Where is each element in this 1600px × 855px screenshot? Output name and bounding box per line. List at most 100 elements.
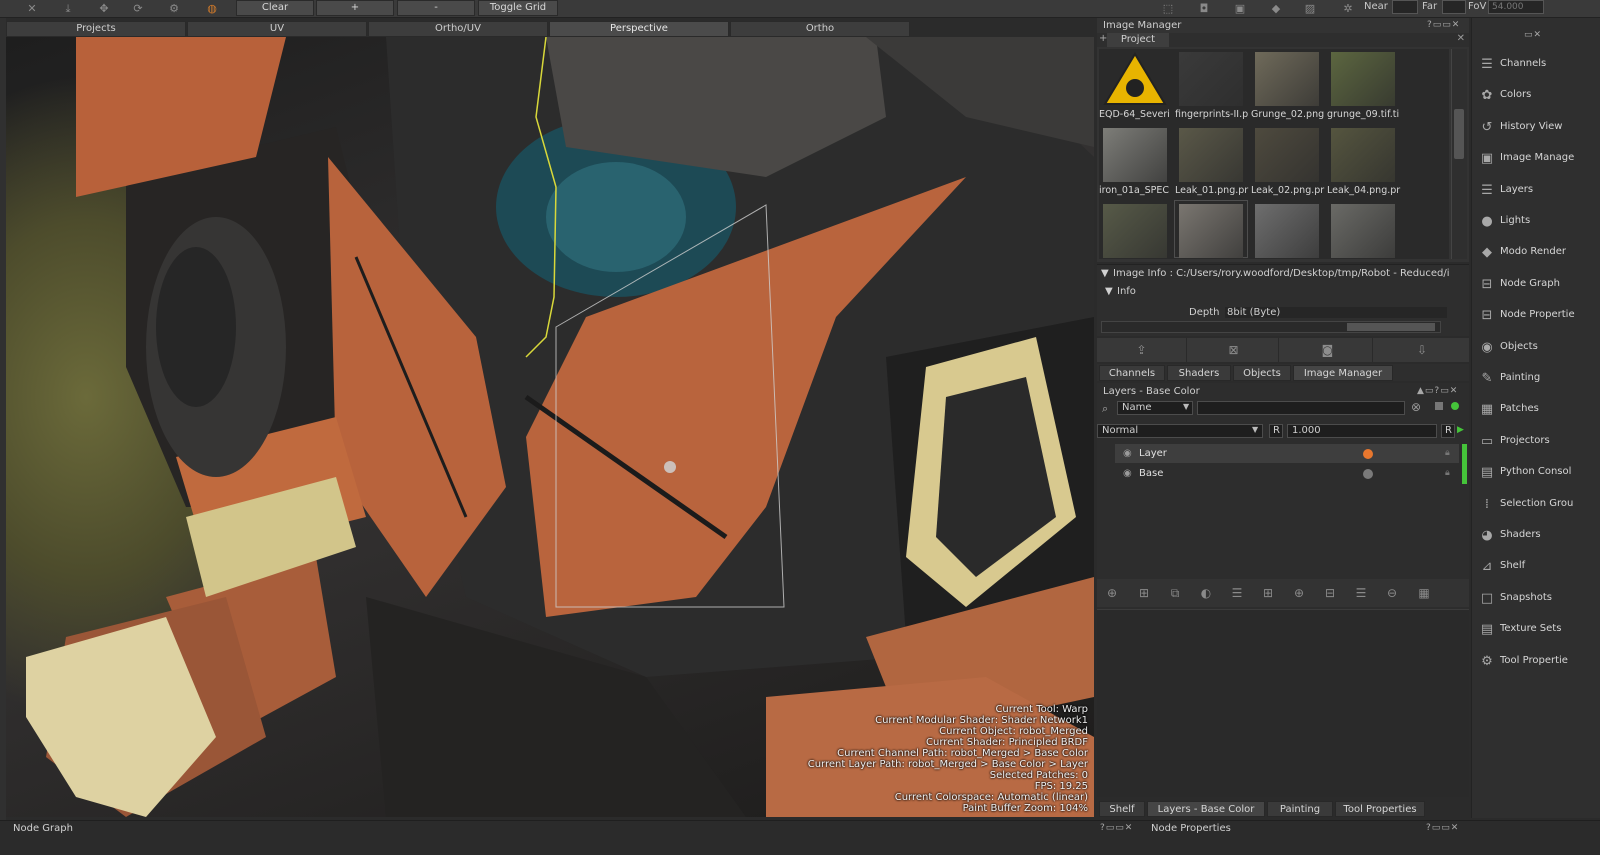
shelf-item[interactable]: ⊟ Node Graph — [1472, 270, 1600, 300]
window-buttons[interactable]: ▲▭?▭✕ — [1417, 386, 1458, 396]
camera-icon[interactable]: ◙ — [1283, 338, 1373, 362]
tile-icon[interactable]: ▨ — [1302, 1, 1318, 17]
shelf-item[interactable]: ⊟ Node Propertie — [1472, 301, 1600, 331]
thumbnail[interactable]: EQD-64_Severi — [1099, 49, 1171, 120]
thumbnail[interactable]: Grunge_02.png — [1251, 49, 1324, 120]
filter-field-select[interactable]: Name — [1117, 401, 1193, 415]
shelf-item[interactable]: ◉ Objects — [1472, 333, 1600, 363]
info-horizontal-scrollbar[interactable] — [1101, 321, 1441, 333]
near-field[interactable] — [1392, 0, 1418, 14]
rotate-icon[interactable]: ⟳ — [130, 1, 146, 17]
shelf-item[interactable]: ✎ Painting — [1472, 364, 1600, 394]
opacity-input[interactable]: 1.000 — [1287, 424, 1437, 438]
shape-icon[interactable]: ◆ — [1268, 1, 1284, 17]
window-buttons[interactable]: ?▭▭✕ — [1426, 823, 1459, 833]
shelf-item[interactable]: ⚙ Tool Propertie — [1472, 647, 1600, 677]
procedural-layer-icon[interactable]: ⊞ — [1259, 585, 1277, 601]
transform-icon[interactable]: ✥ — [96, 1, 112, 17]
toggle-grid-button[interactable]: Toggle Grid — [478, 0, 558, 16]
tab-image-manager[interactable]: Image Manager — [1293, 365, 1393, 381]
blend-mode-select[interactable]: Normal — [1097, 424, 1263, 438]
duplicate-layer-icon[interactable]: ⧉ — [1166, 585, 1184, 601]
shelf-item[interactable]: ▤ Texture Sets — [1472, 615, 1600, 645]
opacity-reset-button[interactable]: R — [1269, 424, 1283, 438]
shelf-item[interactable]: ⁞ Selection Grou — [1472, 490, 1600, 520]
clear-filter-icon[interactable]: ⊗ — [1411, 400, 1421, 414]
far-field[interactable] — [1442, 0, 1466, 14]
tab-ortho[interactable]: Ortho — [730, 21, 910, 37]
layer-row-base[interactable]: ◉ Base 🔒︎ — [1115, 464, 1459, 483]
visibility-eye-icon[interactable]: ◉ — [1123, 444, 1132, 463]
collapse-arrow-icon[interactable]: ▼ — [1101, 268, 1109, 279]
thumbnail[interactable]: Leak_01.png.pr — [1175, 125, 1248, 196]
node-graph-label[interactable]: Node Graph — [13, 823, 73, 834]
lock-icon[interactable]: 🔒︎ — [1445, 444, 1450, 463]
thumbnail[interactable] — [1327, 201, 1399, 258]
shelf-item[interactable]: ● Lights — [1472, 207, 1600, 237]
add-button[interactable]: + — [316, 0, 394, 16]
shelf-item[interactable]: ☰ Layers — [1472, 176, 1600, 206]
scrollbar-thumb[interactable] — [1347, 323, 1435, 331]
play-icon[interactable]: ▶ — [1457, 425, 1464, 435]
node-properties-label[interactable]: Node Properties — [1151, 823, 1231, 834]
opacity-lock-button[interactable]: R — [1441, 424, 1455, 438]
shelf-item[interactable]: ↺ History View — [1472, 113, 1600, 143]
tab-tool-properties[interactable]: Tool Properties — [1335, 801, 1425, 817]
shelf-item[interactable]: ▦ Patches — [1472, 395, 1600, 425]
layer-filter-input[interactable] — [1197, 401, 1405, 415]
thumbnail[interactable] — [1251, 201, 1323, 258]
shelf-item[interactable]: ✿ Colors — [1472, 81, 1600, 111]
gear-icon[interactable]: ✲ — [1340, 1, 1356, 17]
clear-button[interactable]: Clear — [236, 0, 314, 16]
cube-icon[interactable]: ⬚ — [1160, 1, 1176, 17]
download-icon[interactable]: ⤓ — [60, 1, 76, 17]
thumbnail-scrollbar[interactable] — [1451, 49, 1467, 259]
shelf-item[interactable]: ◕ Shaders — [1472, 521, 1600, 551]
remove-button[interactable]: - — [397, 0, 475, 16]
shelf-item[interactable]: ◆ Modo Render — [1472, 238, 1600, 268]
delete-image-icon[interactable]: ⊠ — [1189, 338, 1279, 362]
window-buttons[interactable]: ?▭▭✕ — [1427, 20, 1460, 30]
flatten-icon[interactable]: ⊟ — [1321, 585, 1339, 601]
export-image-icon[interactable]: ⇩ — [1377, 338, 1467, 362]
grid-view-icon[interactable]: ▦ — [1415, 585, 1433, 601]
add-layer-icon[interactable]: ⊕ — [1103, 585, 1121, 601]
layer-row-layer[interactable]: ◉ Layer 🔒︎ — [1115, 444, 1459, 463]
tab-layers-base-color[interactable]: Layers - Base Color — [1147, 801, 1265, 817]
import-image-icon[interactable]: ⇪ — [1097, 338, 1187, 362]
window-buttons[interactable]: ?▭▭✕ — [1100, 823, 1133, 833]
add-mask-icon[interactable]: ⊞ — [1135, 585, 1153, 601]
camera-icon[interactable]: ◘ — [1196, 1, 1212, 17]
shelf-item[interactable]: ⊿ Shelf — [1472, 552, 1600, 582]
shelf-item[interactable]: ▭ Projectors — [1472, 427, 1600, 457]
tab-ortho-uv[interactable]: Ortho/UV — [368, 21, 548, 37]
thumbnail[interactable]: iron_01a_SPEC — [1099, 125, 1171, 196]
thumbnail[interactable]: grunge_09.tif.ti — [1327, 49, 1399, 120]
lock-icon[interactable]: 🔒︎ — [1445, 464, 1450, 483]
layer-blend-icon[interactable] — [1363, 469, 1373, 479]
thumbnail[interactable]: Leak_02.png.pr — [1251, 125, 1324, 196]
filter-toggle-icon[interactable] — [1435, 402, 1443, 410]
list-icon[interactable]: ☰ — [1352, 585, 1370, 601]
shelf-item[interactable]: ☰ Channels — [1472, 50, 1600, 80]
tab-shelf[interactable]: Shelf — [1099, 801, 1145, 817]
shelf-item[interactable]: ▣ Image Manage — [1472, 144, 1600, 174]
tab-channels[interactable]: Channels — [1099, 365, 1165, 381]
close-tab-icon[interactable]: ✕ — [1457, 33, 1465, 44]
shelf-item[interactable]: □ Snapshots — [1472, 584, 1600, 614]
fov-field[interactable]: 54.000 — [1488, 0, 1544, 14]
tab-painting[interactable]: Painting — [1267, 801, 1333, 817]
visibility-eye-icon[interactable]: ◉ — [1123, 464, 1132, 483]
collapse-arrow-icon[interactable]: ▼ — [1105, 286, 1113, 297]
close-icon[interactable]: ✕ — [24, 1, 40, 17]
tab-uv[interactable]: UV — [187, 21, 367, 37]
thumbnail[interactable] — [1099, 201, 1171, 258]
adjustment-layer-icon[interactable]: ◐ — [1197, 585, 1215, 601]
delete-layer-icon[interactable]: ⊖ — [1383, 585, 1401, 601]
thumbnail[interactable] — [1174, 200, 1248, 258]
layer-blend-icon[interactable] — [1363, 449, 1373, 459]
tab-perspective[interactable]: Perspective — [549, 21, 729, 37]
shelf-item[interactable]: ▤ Python Consol — [1472, 458, 1600, 488]
thumbnail[interactable]: fingerprints-II.p — [1175, 49, 1248, 120]
thumbnail[interactable]: Leak_04.png.pr — [1327, 125, 1400, 196]
